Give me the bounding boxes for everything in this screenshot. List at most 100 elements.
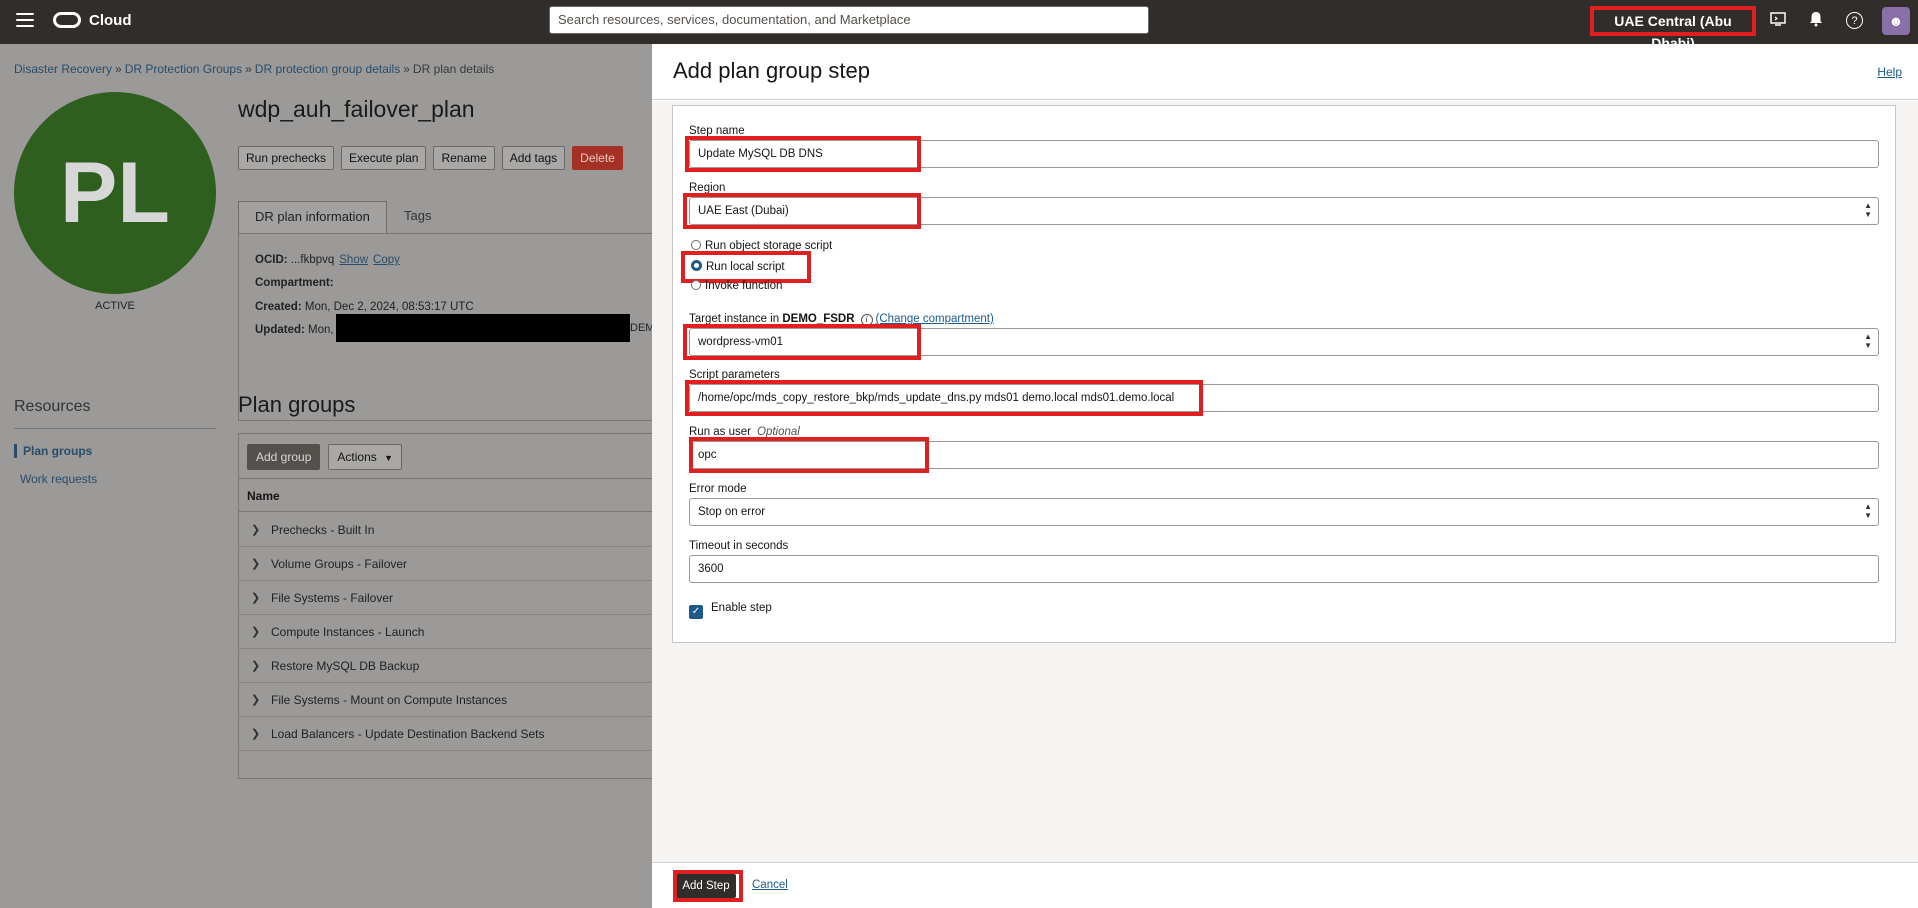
region-value: UAE East (Dubai) <box>698 205 789 217</box>
plan-groups-toolbar: Add group Actions ▼ <box>247 444 403 470</box>
radio-invoke-function[interactable]: Invoke function <box>691 280 782 292</box>
plan-groups-title: Plan groups <box>238 392 356 417</box>
top-bar: Cloud Search resources, services, docume… <box>0 0 1918 51</box>
help-link[interactable]: Help <box>1877 65 1902 79</box>
row-name: File Systems - Mount on Compute Instance… <box>271 693 508 707</box>
plan-status: ACTIVE <box>95 300 135 312</box>
run-prechecks-button[interactable]: Run prechecks <box>238 146 335 170</box>
chevron-right-icon[interactable]: ❯ <box>251 717 260 751</box>
table-row[interactable]: ❯ File Systems - Mount on Compute Instanc… <box>239 683 653 717</box>
compartment-line: Compartment: <box>255 277 334 289</box>
table-header-name[interactable]: Name <box>239 478 653 512</box>
panel-title: Add plan group step <box>673 58 870 83</box>
actions-button[interactable]: Actions ▼ <box>328 444 403 470</box>
target-label-prefix: Target instance in <box>689 313 780 325</box>
brand-name[interactable]: Cloud <box>89 12 132 29</box>
error-mode-label: Error mode <box>689 483 747 495</box>
breadcrumb-dr-protection-group-details[interactable]: DR protection group details <box>255 62 400 76</box>
search-input[interactable]: Search resources, services, documentatio… <box>549 6 1149 34</box>
target-instance-select[interactable]: wordpress-vm01 ▲ ▼ <box>689 328 1879 356</box>
run-as-user-label: Run as user Optional <box>689 426 800 438</box>
radio-dot-selected[interactable] <box>691 260 702 271</box>
ocid-copy-link[interactable]: Copy <box>373 254 400 266</box>
timeout-input[interactable]: 3600 <box>689 555 1879 583</box>
panel-footer: Add Step Cancel <box>652 862 1918 908</box>
breadcrumb-dr-protection-groups[interactable]: DR Protection Groups <box>125 62 242 76</box>
step-name-input[interactable]: Update MySQL DB DNS <box>689 140 1879 168</box>
compartment-tail: DEM <box>630 322 655 334</box>
error-mode-select[interactable]: Stop on error ▲ ▼ <box>689 498 1879 526</box>
target-compartment-name: DEMO_FSDR <box>782 313 855 325</box>
resources-title: Resources <box>14 398 91 415</box>
change-compartment-link[interactable]: (Change compartment) <box>876 313 994 325</box>
actions-label: Actions <box>337 450 377 464</box>
select-caret-icon: ▲ ▼ <box>1864 332 1872 350</box>
chevron-right-icon[interactable]: ❯ <box>251 615 260 649</box>
add-tags-button[interactable]: Add tags <box>501 146 566 170</box>
highlight-add-step <box>673 870 743 902</box>
rename-button[interactable]: Rename <box>433 146 495 170</box>
execute-plan-button[interactable]: Execute plan <box>341 146 427 170</box>
chevron-right-icon[interactable]: ❯ <box>251 547 260 581</box>
oracle-logo-icon[interactable] <box>53 12 81 28</box>
radio-run-local-script[interactable]: Run local script <box>691 260 785 273</box>
chevron-right-icon[interactable]: ❯ <box>251 649 260 683</box>
updated-label: Updated: <box>255 324 305 336</box>
run-as-user-input[interactable]: opc <box>689 441 1879 469</box>
created-value: Mon, Dec 2, 2024, 08:53:17 UTC <box>304 301 474 313</box>
row-name: File Systems - Failover <box>271 591 394 605</box>
table-row[interactable]: ❯ Restore MySQL DB Backup <box>239 649 653 683</box>
user-avatar-icon[interactable]: ☻ <box>1882 7 1910 35</box>
radio-dot[interactable] <box>691 240 701 250</box>
region-selector[interactable]: UAE Central (Abu Dhabi) <box>1590 6 1756 51</box>
row-name: Prechecks - Built In <box>271 523 375 537</box>
ocid-show-link[interactable]: Show <box>339 254 368 266</box>
chevron-right-icon[interactable]: ❯ <box>251 683 260 717</box>
cancel-link[interactable]: Cancel <box>752 879 788 891</box>
plan-groups-table: Add group Actions ▼ Name ❯ Prechecks - Bu… <box>238 433 653 779</box>
row-name: Restore MySQL DB Backup <box>271 659 420 673</box>
select-caret-icon: ▲ ▼ <box>1864 201 1872 219</box>
table-row[interactable]: ❯ File Systems - Failover <box>239 581 653 615</box>
run-as-label-text: Run as user <box>689 426 752 438</box>
table-row[interactable]: ❯ Compute Instances - Launch <box>239 615 653 649</box>
breadcrumb: Disaster Recovery» DR Protection Groups» D… <box>14 62 495 76</box>
target-instance-value: wordpress-vm01 <box>698 336 783 348</box>
resource-work-requests[interactable]: Work requests <box>14 472 97 486</box>
chevron-right-icon[interactable]: ❯ <box>251 581 260 615</box>
row-name: Load Balancers - Update Destination Back… <box>271 727 545 741</box>
redaction-box <box>336 314 630 342</box>
cloud-shell-icon[interactable] <box>1768 11 1788 31</box>
radio-label: Run object storage script <box>705 240 833 252</box>
info-icon[interactable]: i <box>860 314 873 326</box>
tab-tags[interactable]: Tags <box>388 201 447 233</box>
chevron-right-icon[interactable]: ❯ <box>251 513 260 547</box>
add-group-button[interactable]: Add group <box>247 444 321 470</box>
radio-dot[interactable] <box>691 280 701 290</box>
script-parameters-input[interactable]: /home/opc/mds_copy_restore_bkp/mds_updat… <box>689 384 1879 412</box>
radio-run-object-storage-script[interactable]: Run object storage script <box>691 240 832 252</box>
table-row[interactable]: ❯ Prechecks - Built In <box>239 513 653 547</box>
script-parameters-label: Script parameters <box>689 369 780 381</box>
ocid-value: ...fkbpvq <box>290 254 335 266</box>
table-row[interactable]: ❯ Volume Groups - Failover <box>239 547 653 581</box>
resource-plan-groups[interactable]: Plan groups <box>14 444 92 458</box>
menu-icon[interactable] <box>16 13 34 27</box>
region-label: Region <box>689 182 726 194</box>
tab-dr-plan-information[interactable]: DR plan information <box>238 201 387 233</box>
plan-avatar: PL <box>14 92 216 294</box>
plan-tabs: DR plan information Tags <box>238 201 652 233</box>
checkmark-icon[interactable]: ✓ <box>689 605 703 619</box>
help-icon[interactable]: ? <box>1846 12 1863 29</box>
background-page: Disaster Recovery» DR Protection Groups» D… <box>0 44 655 908</box>
notifications-icon[interactable] <box>1806 11 1826 31</box>
row-name: Volume Groups - Failover <box>271 557 408 571</box>
enable-step-checkbox[interactable]: ✓ Enable step <box>689 602 772 619</box>
breadcrumb-disaster-recovery[interactable]: Disaster Recovery <box>14 62 112 76</box>
table-row[interactable]: ❯ Load Balancers - Update Destination Bac… <box>239 717 653 751</box>
delete-button[interactable]: Delete <box>572 146 623 170</box>
ocid-label: OCID: <box>255 254 288 266</box>
resources-divider <box>14 428 216 429</box>
region-select[interactable]: UAE East (Dubai) ▲ ▼ <box>689 197 1879 225</box>
caret-down-icon: ▼ <box>384 453 394 463</box>
